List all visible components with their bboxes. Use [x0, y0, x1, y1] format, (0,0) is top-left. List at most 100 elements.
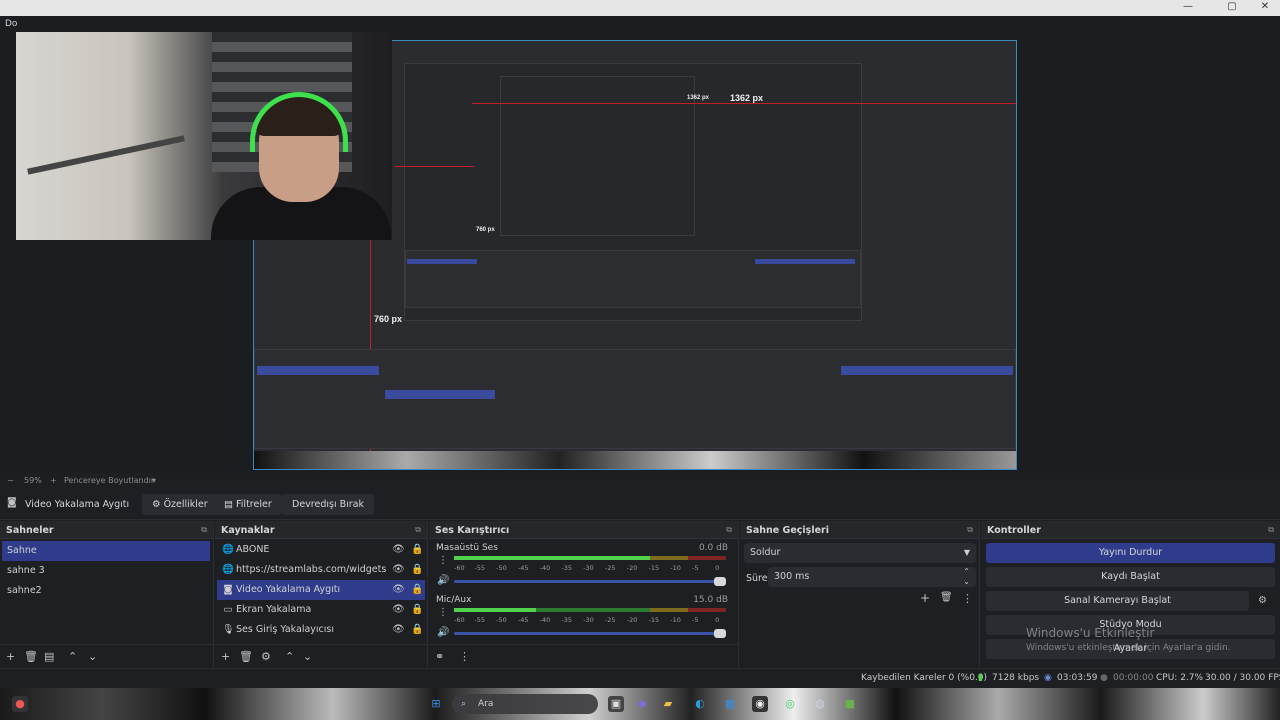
- lock-icon[interactable]: 🔒: [411, 600, 423, 620]
- app-icon[interactable]: ●: [12, 696, 28, 712]
- tick-label: -5: [692, 616, 699, 624]
- eye-icon[interactable]: 👁: [392, 620, 405, 640]
- windows-start-icon[interactable]: ⊞: [428, 696, 444, 712]
- filters-label: Filtreler: [236, 499, 272, 510]
- fit-to-window-label[interactable]: Pencereye Boyutlandır: [64, 476, 154, 485]
- source-item[interactable]: 🌐 https://streamlabs.com/widgets/chat 👁 …: [217, 560, 425, 580]
- scene-item[interactable]: sahne2: [2, 581, 210, 601]
- tick-label: -5: [692, 564, 699, 572]
- eye-icon[interactable]: 👁: [392, 560, 405, 580]
- stop-stream-button[interactable]: Yayını Durdur: [986, 543, 1275, 563]
- chevron-down-icon[interactable]: ▾: [152, 476, 156, 485]
- trash-icon[interactable]: 🗑: [940, 592, 953, 603]
- volume-slider-knob[interactable]: [714, 629, 726, 638]
- obs-icon[interactable]: ◉: [752, 696, 768, 712]
- taskbar-search[interactable]: ⌕ Ara: [452, 694, 598, 714]
- link-icon[interactable]: ⚭: [435, 650, 444, 663]
- source-item[interactable]: ▭ Ekran Yakalama 👁 🔒: [217, 600, 425, 620]
- deactivate-button[interactable]: Devredışı Bırak: [282, 494, 374, 515]
- steam-icon[interactable]: ◍: [812, 696, 828, 712]
- minimize-button[interactable]: —: [1180, 1, 1196, 13]
- add-icon[interactable]: +: [920, 591, 930, 605]
- store-icon[interactable]: ▦: [722, 696, 738, 712]
- lock-icon[interactable]: 🔒: [411, 560, 423, 580]
- undock-icon[interactable]: ⧉: [415, 525, 421, 535]
- source-toolbar: ◙ Video Yakalama Aygıtı ⚙ Özellikler ▤ F…: [0, 489, 1280, 520]
- minecraft-icon[interactable]: ■: [842, 696, 858, 712]
- lock-icon[interactable]: 🔒: [411, 540, 423, 560]
- chat-icon[interactable]: ◆: [634, 696, 650, 712]
- tick-label: -20: [626, 616, 638, 624]
- scene-item[interactable]: Sahne: [2, 541, 210, 561]
- volume-slider[interactable]: [454, 577, 726, 586]
- scenes-footer: + 🗑 ▤ ⌃ ⌄: [0, 644, 213, 668]
- start-recording-button[interactable]: Kaydı Başlat: [986, 567, 1275, 587]
- duration-label: Süre: [746, 573, 768, 584]
- maximize-button[interactable]: ▢: [1224, 1, 1240, 13]
- scene-item[interactable]: sahne 3: [2, 561, 210, 581]
- start-virtual-camera-button[interactable]: Sanal Kamerayı Başlat: [986, 591, 1249, 611]
- task-view-icon[interactable]: ▣: [608, 696, 624, 712]
- edge-icon[interactable]: ◐: [692, 696, 708, 712]
- move-up-icon[interactable]: ⌃: [68, 650, 77, 663]
- volume-slider-knob[interactable]: [714, 577, 726, 586]
- speaker-icon[interactable]: 🔊: [437, 627, 449, 638]
- meter-ticks: -60 -55 -50 -45 -40 -35 -30 -25 -20 -15 …: [454, 616, 726, 626]
- lock-icon[interactable]: 🔒: [411, 580, 423, 600]
- duration-input[interactable]: 300 ms ⌃ ⌄: [768, 567, 976, 587]
- lock-icon[interactable]: 🔒: [411, 620, 423, 640]
- trash-icon[interactable]: 🗑: [24, 650, 38, 663]
- transition-value: Soldur: [750, 547, 781, 558]
- eye-icon[interactable]: 👁: [392, 540, 405, 560]
- move-down-icon[interactable]: ⌄: [88, 650, 97, 663]
- record-icon: ●: [1100, 673, 1108, 683]
- spinner-down-icon[interactable]: ⌄: [963, 572, 970, 592]
- volume-slider[interactable]: [454, 629, 726, 638]
- properties-button[interactable]: ⚙ Özellikler: [142, 494, 218, 515]
- tick-label: -15: [648, 616, 660, 624]
- move-up-icon[interactable]: ⌃: [285, 650, 294, 663]
- undock-icon[interactable]: ⧉: [1268, 525, 1274, 535]
- trash-icon[interactable]: 🗑: [239, 650, 253, 663]
- tick-label: -25: [604, 564, 616, 572]
- activation-watermark-title: Windows'u Etkinleştir: [1026, 626, 1155, 640]
- filters-button[interactable]: ▤ Filtreler: [214, 494, 282, 515]
- menu-fragment[interactable]: Do: [5, 19, 17, 29]
- nested-selection: [755, 259, 855, 264]
- kebab-menu-icon[interactable]: ⋮: [962, 592, 973, 605]
- source-item[interactable]: 🎙 Ses Giriş Yakalayıcısı 👁 🔒: [217, 620, 425, 640]
- move-down-icon[interactable]: ⌄: [303, 650, 312, 663]
- undock-icon[interactable]: ⧉: [967, 525, 973, 535]
- gear-icon[interactable]: ⚙: [1258, 595, 1267, 606]
- tick-label: -30: [583, 616, 594, 624]
- activation-watermark-text: Windows'u etkinleştirmek için Ayarlar'a …: [1026, 643, 1231, 653]
- tick-label: 0: [715, 616, 720, 624]
- close-button[interactable]: ✕: [1257, 1, 1273, 13]
- source-item[interactable]: 🌐 ABONE 👁 🔒: [217, 540, 425, 560]
- zoom-out-button[interactable]: −: [7, 476, 14, 485]
- transition-select[interactable]: Soldur ▼: [744, 543, 976, 563]
- camera-icon: ◙: [223, 584, 233, 595]
- add-icon[interactable]: +: [6, 650, 15, 663]
- windows-taskbar: ● ⊞ ⌕ Ara ▣ ◆ ▰ ◐ ▦ ◉ ◎ ◍ ■: [0, 688, 1280, 720]
- folder-icon[interactable]: ▰: [660, 696, 676, 712]
- preview-area[interactable]: Do 1362 px 760 px 1362 px 760 px: [0, 16, 1280, 473]
- sources-title: Kaynaklar: [221, 525, 275, 536]
- eye-icon[interactable]: 👁: [392, 580, 405, 600]
- kebab-menu-icon[interactable]: ⋮: [438, 555, 448, 566]
- eye-icon[interactable]: 👁: [392, 600, 405, 620]
- kebab-menu-icon[interactable]: ⋮: [459, 650, 470, 663]
- zoom-in-button[interactable]: +: [50, 476, 57, 485]
- undock-icon[interactable]: ⧉: [726, 525, 732, 535]
- filter-icon[interactable]: ▤: [44, 650, 54, 663]
- source-item[interactable]: ◙ Video Yakalama Aygıtı 👁 🔒: [217, 580, 425, 600]
- gear-icon[interactable]: ⚙: [261, 650, 271, 663]
- speaker-icon[interactable]: 🔊: [437, 575, 449, 586]
- kebab-menu-icon[interactable]: ⋮: [438, 607, 448, 618]
- add-icon[interactable]: +: [221, 650, 230, 663]
- tick-label: -15: [648, 564, 660, 572]
- whatsapp-icon[interactable]: ◎: [782, 696, 798, 712]
- undock-icon[interactable]: ⧉: [201, 525, 207, 535]
- meter-level: [454, 556, 650, 560]
- transitions-header: Sahne Geçişleri ⧉: [740, 521, 979, 539]
